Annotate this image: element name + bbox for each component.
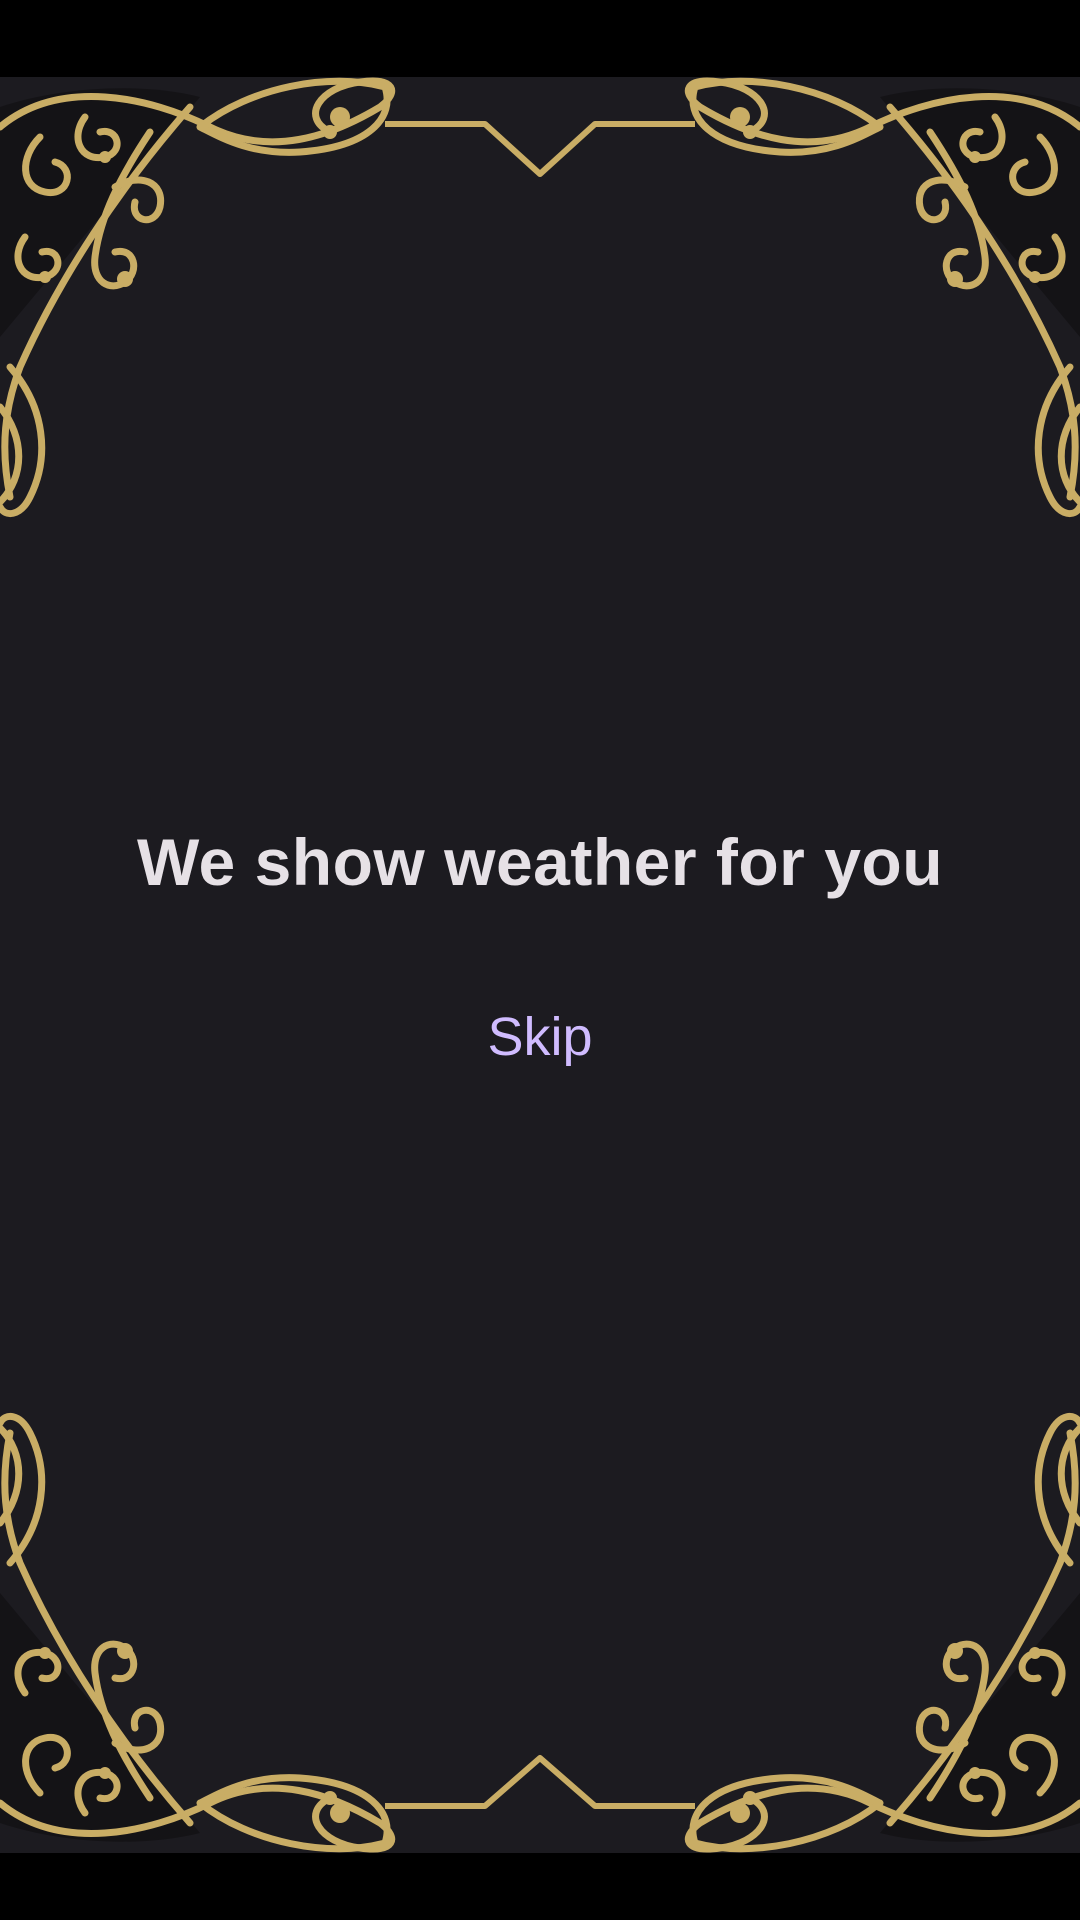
ornate-gold-frame-icon	[0, 77, 1080, 1853]
status-bar	[0, 0, 1080, 77]
onboarding-content: We show weather for you Skip	[0, 77, 1080, 1853]
onboarding-title: We show weather for you	[136, 825, 944, 899]
onboarding-screen: We show weather for you Skip	[0, 0, 1080, 1920]
skip-button[interactable]: Skip	[460, 992, 620, 1082]
navigation-bar	[0, 1853, 1080, 1920]
